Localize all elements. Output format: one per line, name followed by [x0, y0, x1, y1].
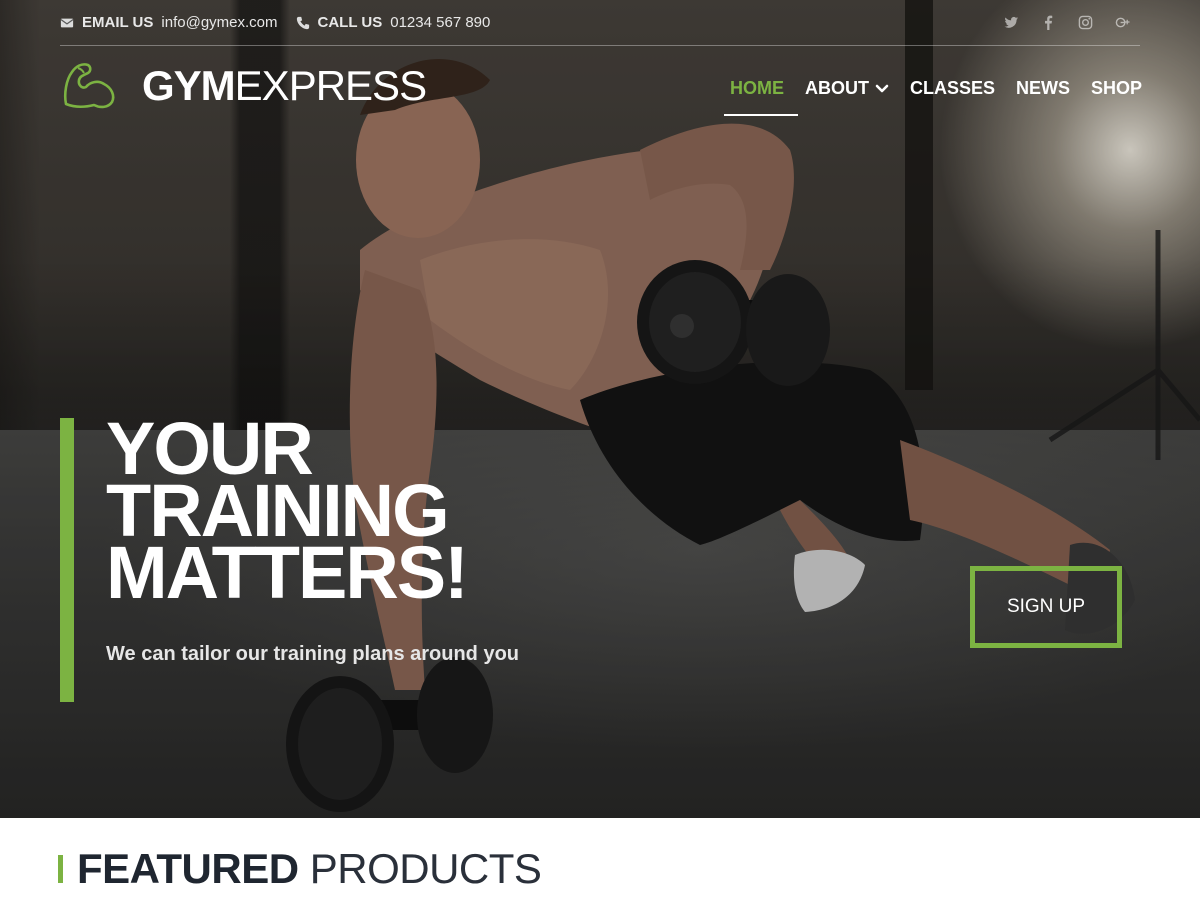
section-accent-bar [58, 855, 63, 883]
nav-item-label: HOME [729, 78, 784, 98]
section-title: FEATURED PRODUCTS [77, 845, 542, 892]
chevron-down-icon [875, 84, 889, 92]
social-links [1004, 15, 1130, 30]
brand-name-bold: GYM [142, 62, 236, 109]
nav-item-news[interactable]: NEWS [1016, 78, 1070, 99]
nav-item-about[interactable]: ABOUT [805, 78, 889, 99]
hero-accent-bar [60, 418, 74, 702]
twitter-icon[interactable] [1004, 15, 1019, 30]
nav-item-classes[interactable]: CLASSES [910, 78, 995, 99]
flexed-arm-icon [63, 63, 115, 109]
google-plus-icon[interactable] [1115, 15, 1130, 30]
featured-products-heading: FEATURED PRODUCTS [58, 845, 542, 892]
contact-info: EMAIL US info@gymex.com CALL US 01234 56… [60, 14, 490, 31]
phone-label: CALL US [317, 14, 383, 31]
nav-item-shop[interactable]: SHOP [1091, 78, 1142, 99]
email-contact[interactable]: EMAIL US info@gymex.com [60, 14, 278, 31]
hero-subheadline: We can tailor our training plans around … [106, 643, 520, 665]
site-logo[interactable]: GYMEXPRESS [60, 60, 427, 112]
instagram-icon[interactable] [1078, 15, 1093, 30]
nav-item-label: CLASSES [909, 78, 995, 98]
sign-up-button[interactable]: SIGN UP [970, 566, 1122, 648]
section-title-bold: FEATURED [77, 845, 299, 892]
hero-headline: YOUR TRAINING MATTERS! [106, 412, 469, 614]
phone-contact[interactable]: CALL US 01234 567 890 [296, 14, 490, 31]
nav-item-label: ABOUT [804, 78, 869, 98]
main-navigation: HOME ABOUT CLASSES NEWS SHOP [723, 78, 1142, 116]
top-bar: EMAIL US info@gymex.com CALL US 01234 56… [60, 0, 1140, 46]
nav-item-home[interactable]: HOME [723, 78, 798, 116]
phone-value[interactable]: 01234 567 890 [390, 14, 490, 31]
nav-item-label: NEWS [1015, 78, 1070, 98]
email-label: EMAIL US [82, 14, 154, 31]
brand-name: GYMEXPRESS [142, 62, 427, 109]
facebook-icon[interactable] [1041, 15, 1056, 30]
phone-icon [296, 16, 309, 29]
section-title-light: PRODUCTS [309, 845, 542, 892]
email-value[interactable]: info@gymex.com [161, 14, 277, 31]
hero-headline-line: MATTERS! [106, 531, 469, 614]
brand-name-light: EXPRESS [234, 62, 427, 109]
nav-item-label: SHOP [1090, 78, 1142, 98]
envelope-icon [60, 18, 74, 27]
